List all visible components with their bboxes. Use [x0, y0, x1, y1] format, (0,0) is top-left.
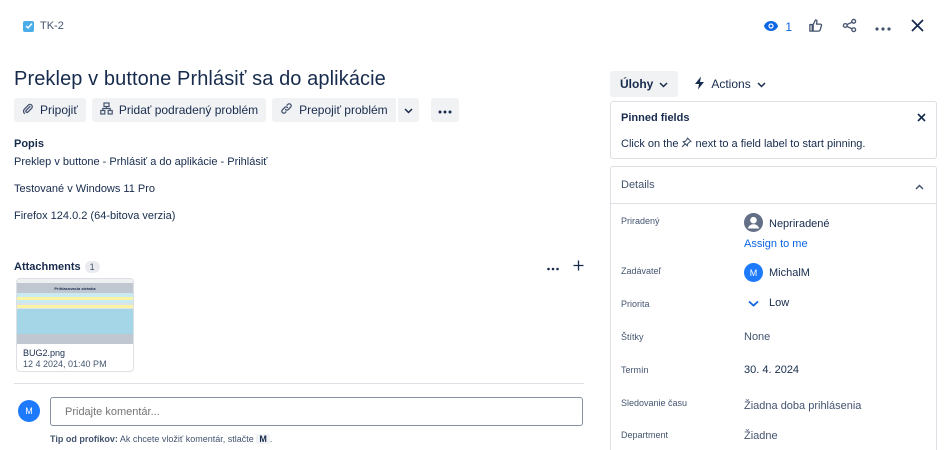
add-attachment-button[interactable]	[573, 260, 584, 274]
like-icon	[808, 18, 823, 36]
tip-label: Tip od profíkov:	[50, 434, 118, 444]
priority-value: Low	[769, 297, 790, 309]
task-type-icon	[23, 20, 34, 32]
attachments-header: Attachments 1	[14, 260, 584, 274]
pinned-fields-panel: Pinned fields Click on the next to a fie…	[610, 101, 937, 159]
close-button[interactable]	[906, 16, 928, 38]
due-date-value[interactable]: 30. 4. 2024	[744, 364, 799, 376]
description-line[interactable]: Testované v Windows 11 Pro	[14, 183, 155, 195]
attachments-more-button[interactable]	[547, 260, 559, 274]
link-issue-dropdown-button[interactable]	[397, 98, 419, 122]
field-label-reporter: Zadávateľ	[621, 266, 662, 276]
link-icon	[280, 102, 293, 118]
more-icon	[875, 20, 891, 34]
thumbnail-heading: Prihlasovacia stránka	[54, 286, 96, 291]
comment-tip: Tip od profíkov: Ak chcete vložiť koment…	[50, 434, 272, 444]
close-icon	[910, 19, 924, 35]
priority-low-icon	[744, 300, 763, 307]
watch-count: 1	[785, 20, 792, 34]
labels-value[interactable]: None	[744, 331, 770, 343]
field-label-due-date: Termín	[621, 365, 649, 375]
user-placeholder-icon	[744, 213, 763, 235]
link-issue-split-button: Prepojiť problém	[272, 98, 419, 122]
chevron-down-icon	[757, 77, 766, 91]
pinned-hint-after: next to a field label to start pinning.	[695, 138, 866, 150]
share-icon	[842, 18, 857, 36]
field-label-labels: Štítky	[621, 332, 644, 342]
shortcut-key: M	[256, 434, 270, 444]
tip-text: Ak chcete vložiť komentár, stlačte	[119, 434, 254, 444]
avatar: M	[744, 263, 763, 282]
eye-icon	[763, 20, 779, 35]
assignee-value: Nepriradené	[769, 218, 830, 230]
add-child-issue-label: Pridať podradený problém	[118, 103, 259, 117]
attach-button-label: Pripojiť	[40, 103, 78, 117]
time-tracking-value[interactable]: Žiadna doba prihlásenia	[744, 400, 861, 412]
details-divider	[611, 203, 936, 204]
comment-input[interactable]	[50, 397, 583, 426]
tip-end: .	[269, 434, 273, 444]
more-actions-button[interactable]	[872, 16, 894, 38]
field-label-time-tracking: Sledovanie času	[621, 398, 688, 408]
attachment-thumbnail: Prihlasovacia stránka	[17, 279, 133, 344]
pin-icon	[681, 137, 693, 151]
department-value[interactable]: Žiadne	[744, 430, 778, 442]
issue-key-label[interactable]: TK-2	[40, 20, 64, 32]
lightning-icon	[694, 76, 705, 93]
field-label-assignee: Priradený	[621, 216, 660, 226]
issue-header-bar: TK-2 1	[0, 0, 946, 52]
description-line[interactable]: Firefox 124.0.2 (64-bitova verzia)	[14, 210, 175, 222]
link-issue-label: Prepojiť problém	[299, 103, 388, 117]
chevron-up-icon[interactable]	[915, 179, 924, 193]
attach-button[interactable]: Pripojiť	[14, 98, 86, 122]
issue-key-breadcrumb[interactable]: TK-2	[23, 20, 64, 32]
pinned-hint-before: Click on the	[621, 138, 679, 150]
issue-title[interactable]: Preklep v buttone Prhlásiť sa do aplikác…	[14, 68, 386, 91]
description-line[interactable]: Preklep v buttone - Prhlásiť a do apliká…	[14, 156, 267, 168]
field-label-priority: Priorita	[621, 299, 650, 309]
status-label: Úlohy	[620, 77, 654, 91]
assignee-field[interactable]: Nepriradené	[744, 213, 830, 235]
assign-to-me-link[interactable]: Assign to me	[744, 238, 808, 250]
paperclip-icon	[22, 103, 34, 118]
details-title[interactable]: Details	[621, 179, 655, 191]
description-heading: Popis	[14, 138, 44, 150]
attachments-count-badge: 1	[84, 261, 100, 273]
details-panel: Details Priradený Nepriradené Assign to …	[610, 166, 937, 450]
status-dropdown-button[interactable]: Úlohy	[610, 71, 679, 97]
more-icon	[438, 103, 452, 117]
attachments-title: Attachments	[14, 261, 81, 273]
attachment-date: 12 4 2024, 01:40 PM	[23, 359, 107, 369]
priority-field[interactable]: Low	[744, 297, 789, 309]
avatar: M	[18, 400, 40, 422]
section-divider	[14, 383, 584, 384]
chevron-down-icon	[404, 103, 413, 117]
actions-dropdown-button[interactable]: Actions	[688, 71, 771, 97]
attachment-filename: BUG2.png	[23, 348, 66, 358]
reporter-value: MichalM	[769, 266, 810, 279]
attachment-card[interactable]: Prihlasovacia stránka BUG2.png 12 4 2024…	[16, 278, 134, 372]
pinned-fields-hint: Click on the next to a field label to st…	[621, 137, 865, 151]
link-issue-button[interactable]: Prepojiť problém	[272, 98, 396, 122]
watch-button[interactable]: 1	[763, 20, 792, 35]
share-button[interactable]	[838, 16, 860, 38]
reporter-field[interactable]: M MichalM	[744, 263, 810, 282]
pinned-fields-title: Pinned fields	[621, 112, 690, 124]
child-issue-icon	[100, 102, 113, 118]
add-child-issue-button[interactable]: Pridať podradený problém	[91, 98, 267, 122]
actions-label: Actions	[711, 77, 751, 91]
close-pinned-button[interactable]	[917, 111, 926, 125]
field-label-department: Department	[621, 430, 669, 440]
more-issue-actions-button[interactable]	[430, 98, 459, 122]
chevron-down-icon	[659, 77, 668, 91]
like-button[interactable]	[804, 16, 826, 38]
